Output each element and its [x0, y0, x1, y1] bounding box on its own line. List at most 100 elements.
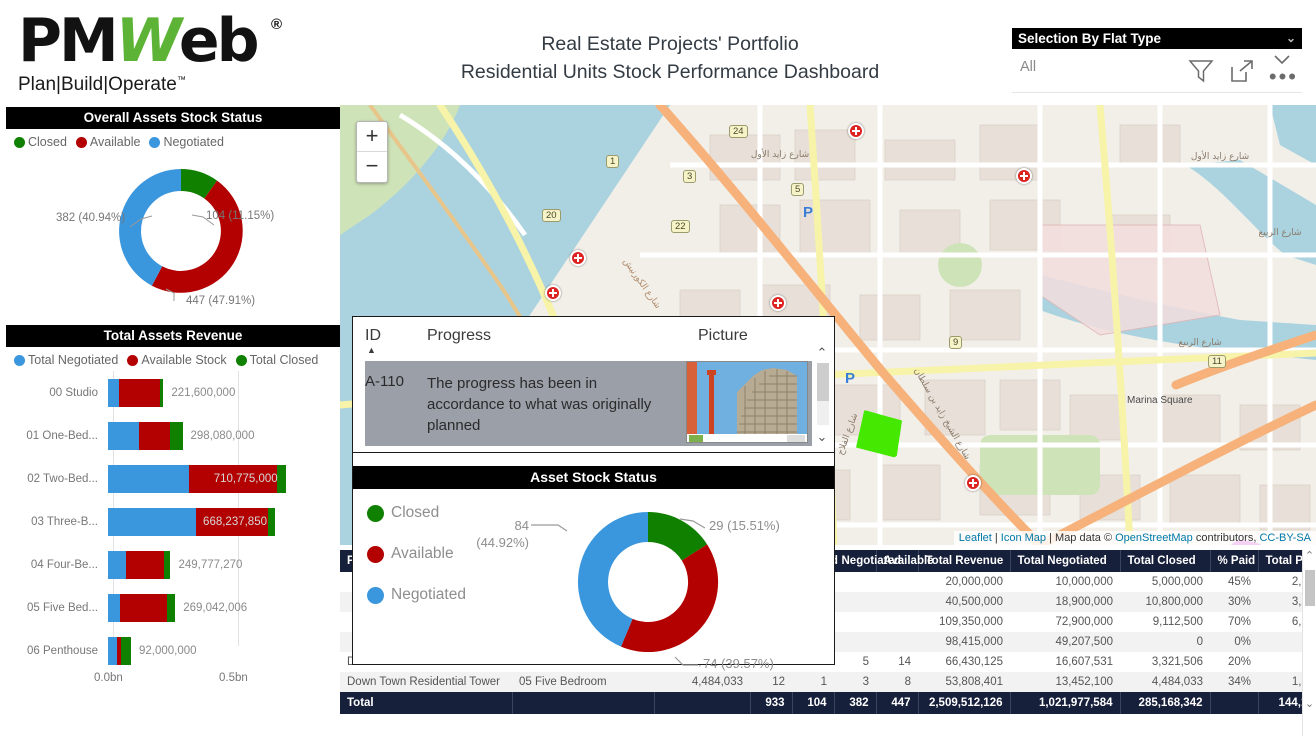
map-zoom-in-button[interactable]: + — [357, 122, 387, 152]
revenue-bar-segment-total-closed[interactable] — [164, 551, 171, 579]
col-total-negotiated[interactable]: Total Negotiated — [1010, 550, 1120, 572]
cell-total-negotiated: 49,207,500 — [1010, 632, 1120, 652]
revenue-bar-stack[interactable] — [108, 379, 163, 407]
popup-scroll-up-arrow[interactable]: ⌃ — [814, 345, 830, 361]
attribution-license-link[interactable]: CC-BY-SA — [1259, 532, 1311, 544]
legend-item-available[interactable]: Available — [76, 135, 141, 149]
revenue-bar-row[interactable]: 01 One-Bed...298,080,000 — [6, 414, 340, 457]
map-zoom-out-button[interactable]: − — [357, 152, 387, 182]
flat-type-slicer[interactable]: Selection By Flat Type ⌄ All ••• — [1012, 28, 1302, 93]
popup-col-id[interactable]: ID ▲ — [365, 327, 427, 355]
revenue-bar-row[interactable]: 03 Three-B...668,237,850 — [6, 500, 340, 543]
revenue-bar-segment-available-stock[interactable] — [119, 379, 160, 407]
table-scroll-down-arrow[interactable]: ⌄ — [1303, 698, 1316, 712]
legend-item-available-stock[interactable]: Available Stock — [127, 353, 226, 367]
col-total-revenue[interactable]: Total Revenue — [918, 550, 1010, 572]
map-marker-3[interactable] — [570, 250, 586, 266]
revenue-bar-row[interactable]: 00 Studio221,600,000 — [6, 371, 340, 414]
total-available-count: 447 — [876, 692, 918, 714]
revenue-bar-segment-total-closed[interactable] — [167, 594, 175, 622]
cell-total-negotiated: 16,607,531 — [1010, 652, 1120, 672]
cell-negotiated — [834, 572, 876, 592]
map-highway-shield-1: 1 — [606, 155, 619, 168]
map-attribution: Leaflet | Icon Map | Map data © OpenStre… — [954, 531, 1316, 545]
col-pct-paid[interactable]: % Paid — [1210, 550, 1258, 572]
revenue-bar-row[interactable]: 06 Penthouse92,000,000 — [6, 629, 340, 672]
popup-scrollbar[interactable]: ⌃ ⌄ — [814, 345, 830, 455]
legend-item-total-negotiated[interactable]: Total Negotiated — [14, 353, 118, 367]
attribution-leaflet-link[interactable]: Leaflet — [959, 532, 992, 544]
legend-item-negotiated[interactable]: Negotiated — [149, 135, 223, 149]
cell-total-negotiated: 18,900,000 — [1010, 592, 1120, 612]
revenue-bar-stack[interactable] — [108, 594, 175, 622]
map-marker-4[interactable] — [545, 285, 561, 301]
revenue-bar-segment-total-negotiated[interactable] — [108, 508, 196, 536]
popup-col-progress[interactable]: Progress — [427, 327, 698, 355]
focus-mode-icon[interactable] — [1229, 58, 1255, 93]
map-zoom-controls[interactable]: + − — [356, 121, 388, 183]
map-marker-5[interactable] — [770, 295, 786, 311]
revenue-bar-segment-total-negotiated[interactable] — [108, 594, 120, 622]
svg-text:شارع الربيع: شارع الربيع — [1258, 228, 1301, 238]
map-marker-7[interactable] — [965, 475, 981, 491]
col-total-closed[interactable]: Total Closed — [1120, 550, 1210, 572]
popup-row[interactable]: A-110 The progress has been in accordanc… — [365, 361, 812, 446]
filter-icon[interactable] — [1187, 58, 1215, 93]
map-marker-2[interactable] — [1016, 168, 1032, 184]
more-options-icon[interactable]: ••• — [1269, 71, 1298, 93]
revenue-bar-row[interactable]: 05 Five Bed...269,042,006 — [6, 586, 340, 629]
map-place-marina-square: Marina Square — [1127, 395, 1193, 406]
revenue-bar-row[interactable]: 04 Four-Be...249,777,270 — [6, 543, 340, 586]
attribution-iconmap-link[interactable]: Icon Map — [1001, 532, 1046, 544]
revenue-bar-value: 710,775,000 — [214, 473, 278, 485]
attribution-contributors-label: contributors, — [1196, 532, 1257, 544]
cell-total-revenue: 20,000,000 — [918, 572, 1010, 592]
popup-scroll-thumb[interactable] — [817, 363, 829, 401]
page-title-line2: Residential Units Stock Performance Dash… — [430, 58, 910, 86]
cell-pct-paid: 34% — [1210, 672, 1258, 692]
slicer-header[interactable]: Selection By Flat Type ⌄ — [1012, 28, 1302, 49]
revenue-bar-segment-total-closed[interactable] — [268, 508, 275, 536]
attribution-osm-link[interactable]: OpenStreetMap — [1115, 532, 1193, 544]
chevron-down-icon[interactable]: ⌄ — [1286, 31, 1296, 45]
popup-scroll-down-arrow[interactable]: ⌄ — [814, 429, 830, 445]
map-marker-1[interactable] — [848, 123, 864, 139]
popup-donut-chart[interactable]: 29 (15.51%) 84 (44.92%) 74 (39.57%) — [353, 489, 834, 679]
revenue-bar-segment-available-stock[interactable] — [139, 422, 171, 450]
revenue-bar-chart[interactable]: 00 Studio221,600,00001 One-Bed...298,080… — [6, 367, 340, 672]
revenue-bar-segment-total-negotiated[interactable] — [108, 422, 139, 450]
revenue-bar-segment-total-negotiated[interactable] — [108, 551, 126, 579]
legend-item-closed[interactable]: Closed — [14, 135, 67, 149]
table-scroll-thumb[interactable] — [1305, 570, 1315, 606]
cell-available — [876, 612, 918, 632]
revenue-bar-segment-total-negotiated[interactable] — [108, 637, 117, 665]
asset-stock-status-panel: Asset Stock Status Closed Available Nego… — [353, 466, 834, 664]
col-negotiated[interactable]: Negotiated — [834, 550, 876, 572]
table-scrollbar[interactable]: ⌃ ⌄ — [1302, 550, 1316, 736]
total-negotiated-value: 1,021,977,584 — [1010, 692, 1120, 714]
slicer-body[interactable]: All ••• — [1012, 49, 1302, 93]
popup-row-picture-cell — [686, 361, 812, 446]
overall-donut-title: Overall Assets Stock Status — [6, 107, 340, 129]
total-unit-price — [654, 692, 750, 714]
revenue-bar-row[interactable]: 02 Two-Bed...710,775,000 — [6, 457, 340, 500]
revenue-bar-segment-available-stock[interactable] — [126, 551, 164, 579]
revenue-bar-segment-total-closed[interactable] — [121, 637, 131, 665]
revenue-bar-segment-total-closed[interactable] — [277, 465, 286, 493]
legend-item-total-closed[interactable]: Total Closed — [236, 353, 319, 367]
revenue-bar-segment-available-stock[interactable] — [120, 594, 167, 622]
revenue-bar-stack[interactable] — [108, 637, 131, 665]
asset-detail-popup[interactable]: ID ▲ Progress Picture A-110 The progress… — [352, 316, 835, 665]
revenue-bar-segment-total-closed[interactable] — [160, 379, 163, 407]
total-flat-type — [512, 692, 654, 714]
revenue-bar-stack[interactable] — [108, 422, 183, 450]
overall-donut-chart[interactable]: 104 (11.15%) 382 (40.94%) 447 (47.91%) — [6, 149, 340, 314]
revenue-bar-category: 06 Penthouse — [6, 645, 108, 657]
popup-col-picture[interactable]: Picture — [698, 327, 824, 355]
revenue-bar-segment-total-negotiated[interactable] — [108, 379, 119, 407]
revenue-bar-category: 05 Five Bed... — [6, 602, 108, 614]
revenue-bar-segment-total-closed[interactable] — [170, 422, 182, 450]
revenue-bar-stack[interactable] — [108, 551, 170, 579]
revenue-bar-segment-total-negotiated[interactable] — [108, 465, 189, 493]
table-scroll-up-arrow[interactable]: ⌃ — [1303, 550, 1316, 564]
